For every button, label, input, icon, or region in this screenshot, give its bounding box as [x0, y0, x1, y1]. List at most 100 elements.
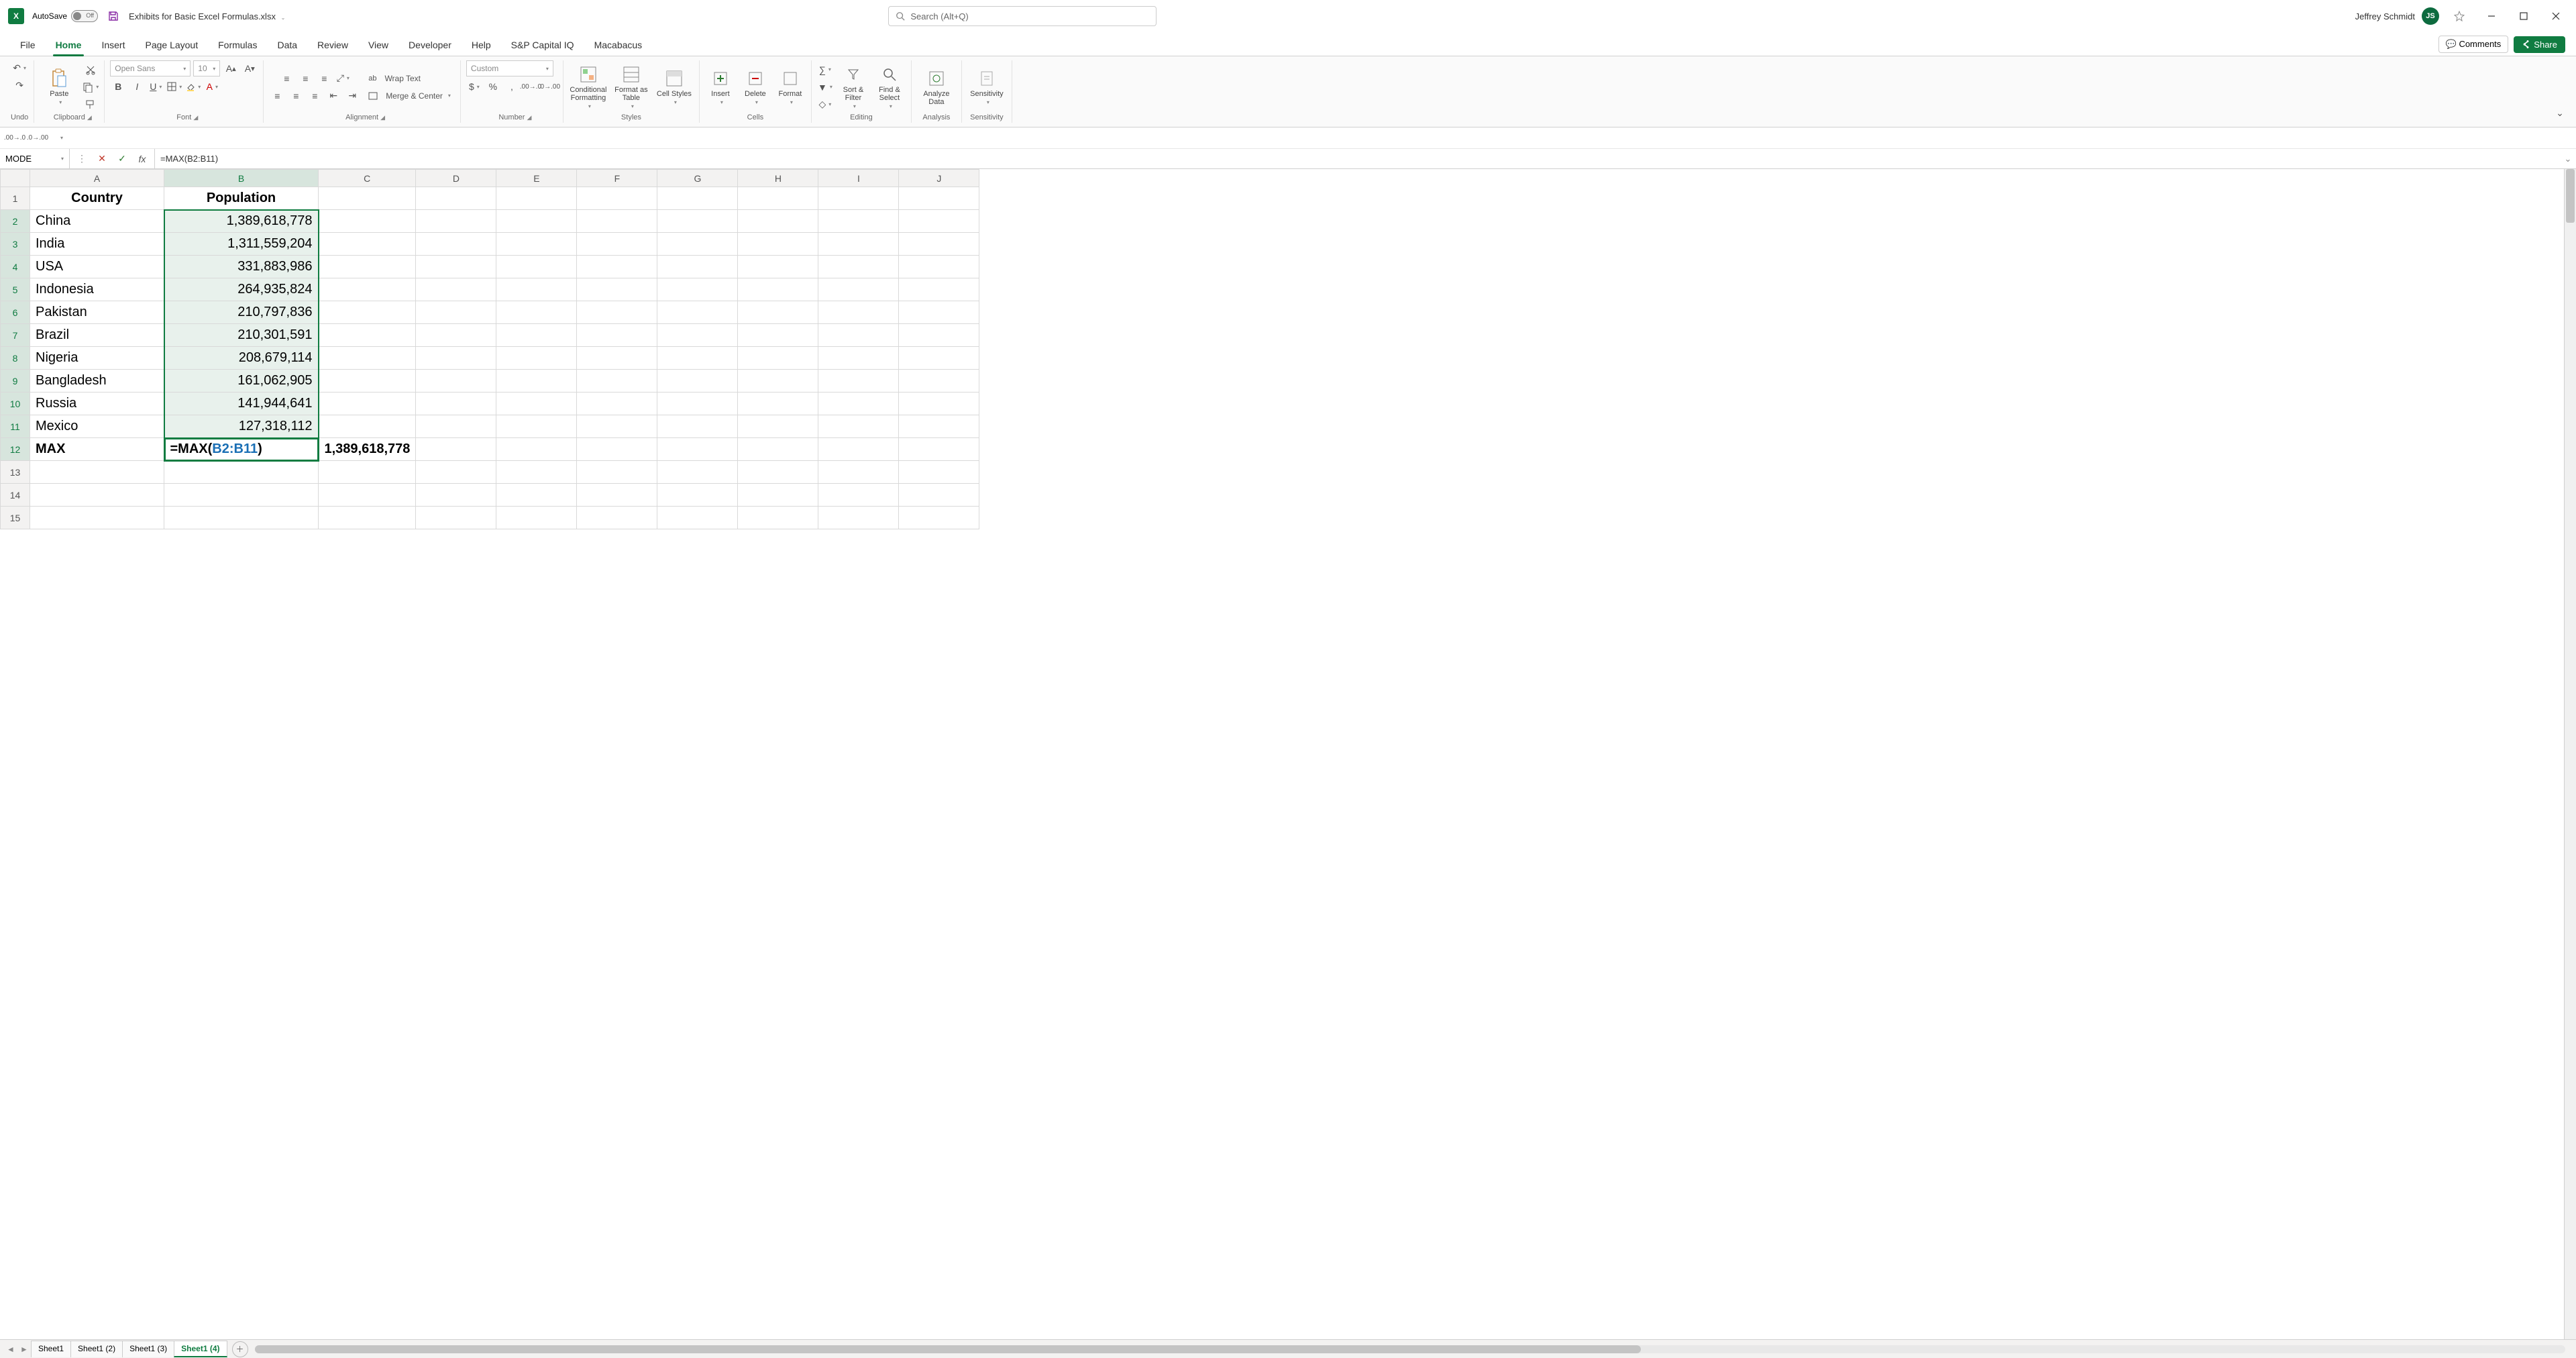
ribbon-tab-review[interactable]: Review [308, 34, 358, 56]
cell-G14[interactable] [657, 484, 738, 507]
cell-B14[interactable] [164, 484, 319, 507]
row-header-12[interactable]: 12 [1, 438, 30, 461]
cell-A6[interactable]: Pakistan [30, 301, 164, 324]
copy-button[interactable]: ▾ [83, 80, 99, 95]
cell-E15[interactable] [496, 507, 577, 529]
cell-D1[interactable] [416, 187, 496, 210]
cell-E9[interactable] [496, 370, 577, 393]
cell-J5[interactable] [899, 278, 979, 301]
cell-H7[interactable] [738, 324, 818, 347]
cell-B5[interactable]: 264,935,824 [164, 278, 319, 301]
row-header-6[interactable]: 6 [1, 301, 30, 324]
cell-B9[interactable]: 161,062,905 [164, 370, 319, 393]
decrease-indent-button[interactable]: ⇤ [325, 89, 341, 103]
cell-J6[interactable] [899, 301, 979, 324]
cell-B1[interactable]: Population [164, 187, 319, 210]
cell-H4[interactable] [738, 256, 818, 278]
cell-F2[interactable] [577, 210, 657, 233]
decrease-decimal-button[interactable]: .0→.00 [541, 79, 557, 94]
font-name-combo[interactable]: Open Sans▾ [110, 60, 191, 76]
ribbon-tab-help[interactable]: Help [462, 34, 500, 56]
cell-C3[interactable] [319, 233, 416, 256]
autosave-toggle[interactable]: AutoSave Off [32, 10, 98, 22]
cell-H15[interactable] [738, 507, 818, 529]
ribbon-tab-formulas[interactable]: Formulas [209, 34, 266, 56]
cell-G12[interactable] [657, 438, 738, 461]
share-button[interactable]: Share [2514, 36, 2565, 53]
cell-F13[interactable] [577, 461, 657, 484]
row-header-15[interactable]: 15 [1, 507, 30, 529]
cell-D7[interactable] [416, 324, 496, 347]
find-select-button[interactable]: Find & Select▾ [873, 64, 906, 109]
cell-D9[interactable] [416, 370, 496, 393]
autosum-button[interactable]: ∑▾ [817, 62, 833, 77]
cell-I12[interactable] [818, 438, 899, 461]
sort-filter-button[interactable]: Sort & Filter▾ [837, 64, 869, 109]
increase-indent-button[interactable]: ⇥ [344, 89, 360, 103]
cell-G9[interactable] [657, 370, 738, 393]
align-left-button[interactable]: ≡ [269, 89, 285, 103]
sheet-tab-sheet1-3-[interactable]: Sheet1 (3) [122, 1341, 174, 1357]
cell-A1[interactable]: Country [30, 187, 164, 210]
cell-J12[interactable] [899, 438, 979, 461]
cell-D6[interactable] [416, 301, 496, 324]
cell-F10[interactable] [577, 393, 657, 415]
cell-C1[interactable] [319, 187, 416, 210]
cell-I1[interactable] [818, 187, 899, 210]
cell-B13[interactable] [164, 461, 319, 484]
cell-B15[interactable] [164, 507, 319, 529]
cell-E13[interactable] [496, 461, 577, 484]
cell-D10[interactable] [416, 393, 496, 415]
cell-J1[interactable] [899, 187, 979, 210]
cell-A14[interactable] [30, 484, 164, 507]
font-color-button[interactable]: A▾ [204, 79, 220, 94]
cell-D2[interactable] [416, 210, 496, 233]
italic-button[interactable]: I [129, 79, 145, 94]
cell-F12[interactable] [577, 438, 657, 461]
cell-A13[interactable] [30, 461, 164, 484]
cell-A10[interactable]: Russia [30, 393, 164, 415]
cell-F11[interactable] [577, 415, 657, 438]
cell-C14[interactable] [319, 484, 416, 507]
cell-I14[interactable] [818, 484, 899, 507]
ribbon-tab-data[interactable]: Data [268, 34, 307, 56]
cell-C6[interactable] [319, 301, 416, 324]
column-header-C[interactable]: C [319, 170, 416, 187]
redo-button[interactable]: ↷ [11, 78, 28, 93]
cell-C12[interactable]: 1,389,618,778 [319, 438, 416, 461]
cell-I7[interactable] [818, 324, 899, 347]
cell-E12[interactable] [496, 438, 577, 461]
cell-J8[interactable] [899, 347, 979, 370]
cell-C7[interactable] [319, 324, 416, 347]
row-header-9[interactable]: 9 [1, 370, 30, 393]
cell-G6[interactable] [657, 301, 738, 324]
align-middle-button[interactable]: ≡ [297, 71, 313, 86]
cell-D5[interactable] [416, 278, 496, 301]
format-as-table-button[interactable]: Format as Table▾ [612, 64, 651, 109]
fx-dropdown[interactable]: ⋮ [74, 152, 90, 166]
comma-format-button[interactable]: , [504, 79, 520, 94]
sheet-tab-sheet1-4-[interactable]: Sheet1 (4) [174, 1341, 227, 1357]
cut-button[interactable] [83, 62, 99, 77]
cell-H11[interactable] [738, 415, 818, 438]
sensitivity-button[interactable]: Sensitivity▾ [967, 68, 1006, 105]
cell-A4[interactable]: USA [30, 256, 164, 278]
cell-I8[interactable] [818, 347, 899, 370]
cell-H10[interactable] [738, 393, 818, 415]
column-header-A[interactable]: A [30, 170, 164, 187]
qat-btn-1[interactable]: .00→.0 [7, 131, 23, 146]
cell-E6[interactable] [496, 301, 577, 324]
fill-color-button[interactable]: ▾ [185, 79, 201, 94]
bold-button[interactable]: B [110, 79, 126, 94]
maximize-button[interactable] [2512, 4, 2536, 28]
undo-button[interactable]: ↶▾ [11, 60, 28, 75]
borders-button[interactable]: ▾ [166, 79, 182, 94]
ribbon-tab-view[interactable]: View [359, 34, 398, 56]
cell-H8[interactable] [738, 347, 818, 370]
grid-scroll[interactable]: ABCDEFGHIJ 1CountryPopulation2China1,389… [0, 169, 2564, 1339]
cell-C2[interactable] [319, 210, 416, 233]
column-header-H[interactable]: H [738, 170, 818, 187]
cell-E4[interactable] [496, 256, 577, 278]
column-header-J[interactable]: J [899, 170, 979, 187]
cell-D8[interactable] [416, 347, 496, 370]
